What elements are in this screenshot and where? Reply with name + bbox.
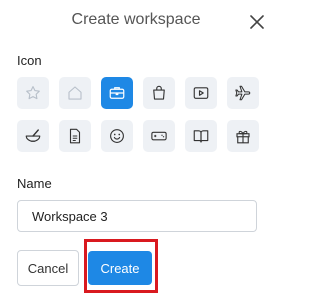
shopping-bag-icon — [153, 85, 165, 100]
icon-picker — [17, 77, 260, 152]
icon-option-shopping-bag[interactable] — [143, 77, 175, 109]
icon-option-star[interactable] — [17, 77, 49, 109]
icon-option-home[interactable] — [59, 77, 91, 109]
gift-icon — [236, 130, 250, 144]
icon-option-video[interactable] — [185, 77, 217, 109]
star-icon — [26, 86, 40, 100]
icon-option-mortar-pestle[interactable] — [17, 120, 49, 152]
briefcase-icon — [109, 87, 125, 99]
icon-option-briefcase[interactable] — [101, 77, 133, 109]
home-icon — [68, 86, 82, 100]
video-icon — [193, 87, 209, 99]
icon-option-smiley[interactable] — [101, 120, 133, 152]
icon-option-book[interactable] — [185, 120, 217, 152]
mortar-pestle-icon — [25, 129, 41, 142]
workspace-name-input[interactable] — [17, 200, 257, 232]
create-button[interactable]: Create — [88, 251, 152, 285]
document-icon — [69, 128, 81, 144]
dialog-title: Create workspace — [71, 11, 201, 28]
book-icon — [193, 130, 209, 143]
airplane-icon — [235, 85, 251, 101]
icon-section-label: Icon — [17, 53, 42, 68]
icon-option-airplane[interactable] — [227, 77, 259, 109]
icon-option-gift[interactable] — [227, 120, 259, 152]
name-section-label: Name — [17, 176, 52, 191]
close-button[interactable] — [247, 12, 267, 32]
smiley-icon — [110, 129, 124, 143]
gamepad-icon — [151, 131, 167, 141]
cancel-button[interactable]: Cancel — [17, 250, 79, 286]
close-icon — [250, 15, 264, 29]
icon-option-gamepad[interactable] — [143, 120, 175, 152]
icon-option-document[interactable] — [59, 120, 91, 152]
